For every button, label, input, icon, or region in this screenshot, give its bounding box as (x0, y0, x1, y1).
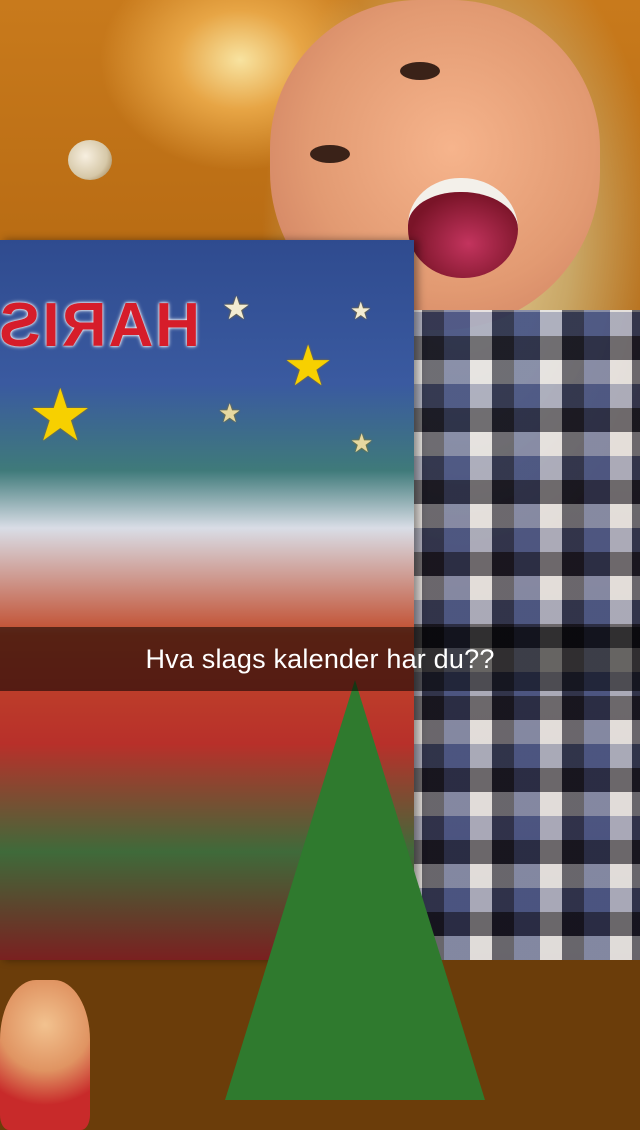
ceiling-light (68, 140, 112, 180)
caption-bar: Hva slags kalender har du?? (0, 627, 640, 691)
selfie-photo: HARIS ★ ★ ★ ★ ★ ★ (0, 0, 640, 1130)
star-icon: ★ (222, 290, 251, 326)
person-eye-left (310, 145, 350, 163)
star-icon: ★ (350, 298, 372, 325)
star-icon: ★ (28, 376, 93, 456)
star-icon: ★ (283, 334, 334, 397)
caption-text: Hva slags kalender har du?? (145, 643, 495, 674)
person-open-mouth (408, 178, 518, 278)
calendar-title: HARIS (0, 291, 200, 360)
star-icon: ★ (350, 428, 374, 458)
christmas-tree (225, 680, 485, 1100)
star-icon: ★ (218, 398, 242, 428)
calendar-mascot (0, 980, 90, 1130)
person-eye-right (400, 62, 440, 80)
